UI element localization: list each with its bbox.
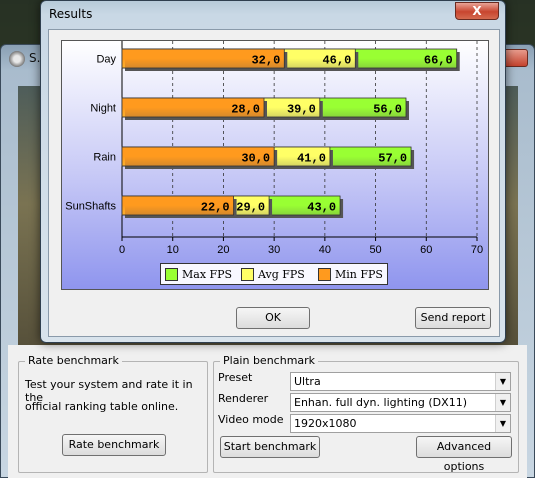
data-label: 41,0 xyxy=(297,152,326,166)
legend-swatch-max xyxy=(165,268,178,281)
renderer-value: Enhan. full dyn. lighting (DX11) xyxy=(294,396,467,409)
data-label: 30,0 xyxy=(241,152,270,166)
ok-button[interactable]: OK xyxy=(236,307,310,329)
rate-description-line2: official ranking table online. xyxy=(25,400,179,413)
send-report-button[interactable]: Send report xyxy=(415,307,491,329)
x-tick-label: 50 xyxy=(369,244,381,256)
data-label: 57,0 xyxy=(378,152,407,166)
preset-label: Preset xyxy=(218,371,253,384)
plain-benchmark-group: Plain benchmark Preset Ultra ▼ Renderer … xyxy=(213,354,519,473)
renderer-label: Renderer xyxy=(218,392,269,405)
preset-select[interactable]: Ultra ▼ xyxy=(290,372,511,391)
data-label: 66,0 xyxy=(424,54,453,68)
main-window-title: S. xyxy=(29,51,41,65)
chart-legend: Max FPS Avg FPS Min FPS xyxy=(160,263,388,285)
legend-label-max: Max FPS xyxy=(182,268,233,281)
x-tick-label: 10 xyxy=(167,244,179,256)
advanced-options-button[interactable]: Advanced options xyxy=(416,436,512,473)
data-label: 56,0 xyxy=(373,103,402,117)
chevron-down-icon[interactable]: ▼ xyxy=(495,415,510,432)
video-mode-select[interactable]: 1920x1080 ▼ xyxy=(290,414,511,433)
close-icon: X xyxy=(472,4,482,18)
legend-swatch-avg xyxy=(241,268,254,281)
legend-label-avg: Avg FPS xyxy=(258,268,305,281)
start-benchmark-button[interactable]: Start benchmark xyxy=(220,436,320,458)
chevron-down-icon[interactable]: ▼ xyxy=(495,394,510,411)
video-mode-label: Video mode xyxy=(218,413,284,426)
fps-chart-svg: 0 10 20 30 40 50 60 70 Day 66,0 46,0 32,0 Night 56,0 3… xyxy=(65,41,483,256)
x-tick-label: 20 xyxy=(217,244,229,256)
rate-benchmark-group: Rate benchmark Test your system and rate… xyxy=(18,354,208,473)
data-label: 46,0 xyxy=(322,54,351,68)
data-label: 28,0 xyxy=(231,103,260,117)
x-tick-label: 40 xyxy=(319,244,331,256)
category-label: SunShafts xyxy=(65,201,116,213)
data-label: 22,0 xyxy=(201,201,230,215)
data-label: 43,0 xyxy=(307,201,336,215)
data-label: 39,0 xyxy=(287,103,316,117)
control-panel: Rate benchmark Test your system and rate… xyxy=(8,345,527,478)
legend-swatch-min xyxy=(318,268,331,281)
preset-value: Ultra xyxy=(294,375,321,388)
video-mode-value: 1920x1080 xyxy=(294,417,357,430)
results-dialog: Results X 0 10 20 30 40 50 60 70 Day 66,0 46,0 32,0… xyxy=(40,0,506,343)
x-tick-label: 0 xyxy=(119,244,125,256)
x-tick-label: 30 xyxy=(268,244,280,256)
x-tick-label: 70 xyxy=(471,244,483,256)
rate-benchmark-title: Rate benchmark xyxy=(25,354,122,367)
results-dialog-title: Results xyxy=(49,7,93,21)
data-label: 32,0 xyxy=(251,54,280,68)
legend-label-min: Min FPS xyxy=(335,268,383,281)
plain-benchmark-title: Plain benchmark xyxy=(220,354,319,367)
chevron-down-icon[interactable]: ▼ xyxy=(495,373,510,390)
results-dialog-body: 0 10 20 30 40 50 60 70 Day 66,0 46,0 32,0 Night 56,0 3… xyxy=(48,29,500,337)
renderer-select[interactable]: Enhan. full dyn. lighting (DX11) ▼ xyxy=(290,393,511,412)
rate-benchmark-button[interactable]: Rate benchmark xyxy=(62,434,166,456)
category-label: Rain xyxy=(93,152,116,164)
close-button[interactable]: X xyxy=(455,2,499,20)
category-label: Night xyxy=(90,103,116,115)
data-label: 29,0 xyxy=(236,201,265,215)
fps-chart: 0 10 20 30 40 50 60 70 Day 66,0 46,0 32,0 Night 56,0 3… xyxy=(61,40,489,290)
category-label: Day xyxy=(96,54,116,66)
x-tick-label: 60 xyxy=(420,244,432,256)
app-icon xyxy=(9,51,25,67)
